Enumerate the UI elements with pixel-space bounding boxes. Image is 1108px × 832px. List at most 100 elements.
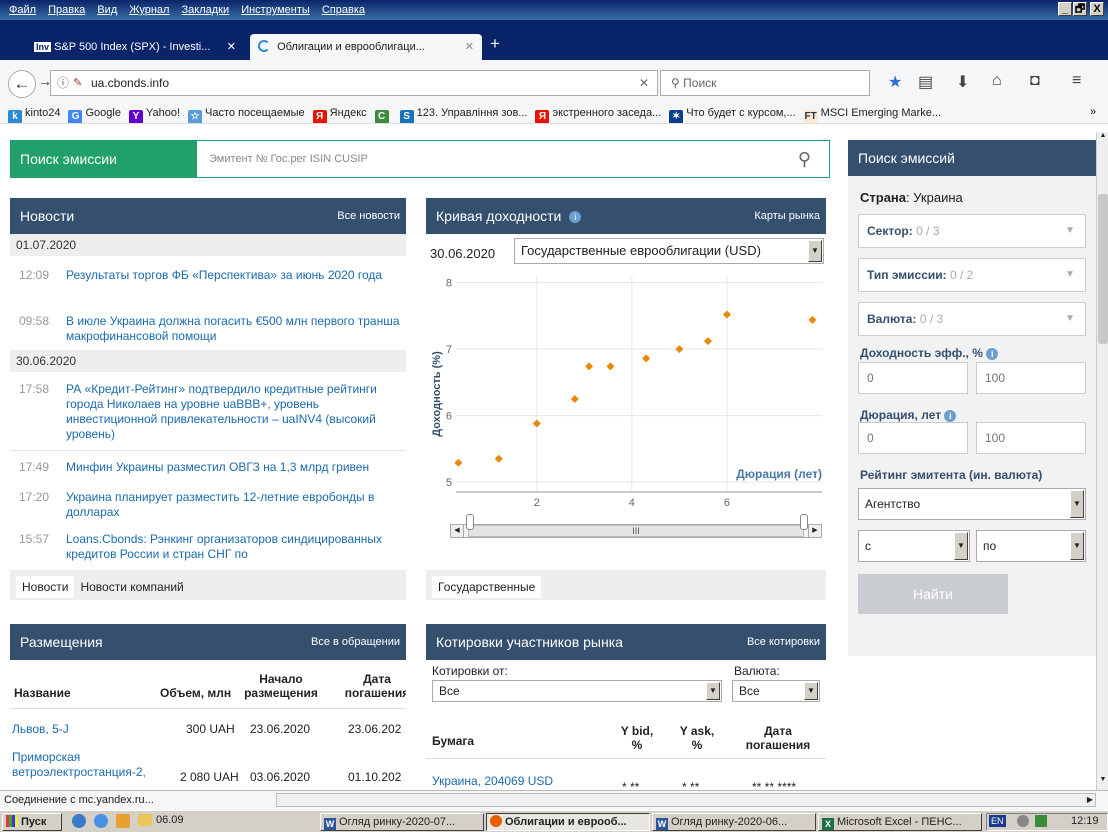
- bookmark-item[interactable]: ☆ Часто посещаемые: [188, 102, 305, 123]
- all-quotes-link[interactable]: Все котировки: [747, 624, 820, 660]
- close-tab-icon[interactable]: ✕: [465, 34, 474, 60]
- bookmark-item[interactable]: S 123. Управління зов...: [399, 102, 527, 123]
- page-scrollbar[interactable]: ▲ ▼: [1096, 132, 1108, 790]
- bookmark-item[interactable]: C: [374, 102, 392, 123]
- taskbar-word-1[interactable]: W Огляд ринку-2020-07...: [320, 813, 484, 831]
- news-header: Новости Все новости: [10, 198, 406, 234]
- issue-type-dropdown[interactable]: Тип эмиссии: 0 / 2 ▼: [858, 258, 1086, 292]
- taskbar-word-2[interactable]: W Огляд ринку-2020-06...: [652, 813, 816, 831]
- back-button[interactable]: ←: [8, 70, 36, 98]
- menu-tools[interactable]: Инструменты: [241, 0, 310, 20]
- range-handle-right[interactable]: [800, 514, 808, 530]
- clear-url-icon[interactable]: ✕: [639, 71, 649, 95]
- restore-button[interactable]: 🗗: [1073, 2, 1087, 16]
- bookmark-item[interactable]: k kinto24: [8, 102, 60, 123]
- tab-cbonds[interactable]: Облигации и еврооблигаци... ✕: [250, 34, 482, 60]
- url-bar[interactable]: ⓘ ✎ ua.cbonds.info ✕: [50, 70, 658, 96]
- agency-select[interactable]: Агентство ▼: [858, 488, 1086, 520]
- scroll-down-icon[interactable]: ▼: [1098, 776, 1108, 788]
- table-row-name[interactable]: Украина, 204069 USD: [432, 774, 553, 788]
- table-row-name[interactable]: Приморская ветроэлектростанция-2,: [12, 750, 172, 780]
- folder-label[interactable]: 06.09: [156, 814, 184, 826]
- library-icon[interactable]: ▤: [918, 72, 933, 92]
- bond-type-select[interactable]: Государственные еврооблигации (USD) ▼: [514, 238, 824, 264]
- info-icon[interactable]: i: [569, 211, 582, 223]
- scroll-thumb[interactable]: [1098, 194, 1108, 344]
- bookmark-item[interactable]: Я Яндекс: [312, 102, 367, 123]
- close-window-button[interactable]: X: [1090, 2, 1104, 16]
- bookmarks-more-icon[interactable]: »: [1090, 106, 1096, 118]
- desktop-icon[interactable]: [72, 814, 86, 828]
- market-maps-link[interactable]: Карты рынка: [754, 198, 820, 234]
- bookmark-item[interactable]: Y Yahoo!: [128, 102, 180, 123]
- rating-from-select[interactable]: с ▼: [858, 530, 970, 562]
- tab-investing[interactable]: Inv S&P 500 Index (SPX) - Investi... ✕: [26, 34, 244, 60]
- new-tab-button[interactable]: +: [490, 34, 500, 54]
- bookmark-item[interactable]: Яэкстренного заседа...: [535, 102, 661, 123]
- pocket-icon[interactable]: ◘: [1030, 72, 1040, 90]
- horizontal-scrollbar[interactable]: ▶: [276, 793, 1096, 807]
- tray-app-icon[interactable]: [1035, 815, 1047, 827]
- table-cell-maturity: 01.10.202: [348, 770, 402, 784]
- menu-view[interactable]: Вид: [97, 0, 117, 20]
- tab-government[interactable]: Государственные: [432, 576, 542, 598]
- news-item[interactable]: Минфин Украины разместил ОВГЗ на 1,3 млр…: [66, 460, 406, 475]
- range-handle-left[interactable]: [466, 514, 474, 530]
- info-icon[interactable]: i: [986, 348, 999, 360]
- table-row-name[interactable]: Львов, 5-J: [12, 722, 69, 736]
- quotes-from-select[interactable]: Все ▼: [432, 680, 722, 702]
- all-news-link[interactable]: Все новости: [337, 198, 400, 234]
- bookmark-item[interactable]: FT MSCI Emerging Marke...: [803, 102, 941, 123]
- start-button[interactable]: Пуск: [2, 813, 62, 831]
- home-icon[interactable]: ⌂: [992, 72, 1002, 90]
- folder-icon[interactable]: [138, 814, 152, 826]
- menu-bookmarks[interactable]: Закладки: [182, 0, 230, 20]
- taskbar-excel[interactable]: X Microsoft Excel - ПЕНС...: [818, 813, 982, 831]
- currency-select[interactable]: Все ▼: [732, 680, 820, 702]
- news-item[interactable]: Результаты торгов ФБ «Перспектива» за ию…: [66, 268, 406, 283]
- find-button[interactable]: Найти: [858, 574, 1008, 614]
- tab-company-news[interactable]: Новости компаний: [74, 576, 189, 598]
- info-icon[interactable]: i: [944, 410, 957, 422]
- sector-dropdown[interactable]: Сектор: 0 / 3 ▼: [858, 214, 1086, 248]
- taskbar-firefox[interactable]: Облигации и еврооб...: [486, 813, 650, 831]
- scroll-right-icon[interactable]: ▶: [1087, 791, 1093, 809]
- news-item[interactable]: В июле Украина должна погасить €500 млн …: [66, 314, 406, 344]
- menu-edit[interactable]: Правка: [48, 0, 85, 20]
- scroll-left-icon[interactable]: ◀: [450, 524, 464, 538]
- tab-news[interactable]: Новости: [16, 576, 75, 598]
- download-icon[interactable]: ⬇: [956, 72, 969, 92]
- volume-icon[interactable]: [1017, 815, 1029, 827]
- all-in-circulation-link[interactable]: Все в обращении: [311, 624, 400, 660]
- hamburger-menu-icon[interactable]: ≡: [1072, 72, 1081, 90]
- ie-icon[interactable]: [94, 814, 108, 828]
- duration-from-input[interactable]: [858, 422, 968, 454]
- scroll-up-icon[interactable]: ▲: [1098, 132, 1108, 144]
- yield-to-input[interactable]: [976, 362, 1086, 394]
- duration-to-input[interactable]: [976, 422, 1086, 454]
- news-item[interactable]: Loans.Cbonds: Рэнкинг организаторов синд…: [66, 532, 406, 562]
- issue-search-input[interactable]: Эмитент № Гос.рег ISIN CUSIP ⚲: [196, 140, 830, 178]
- news-time: 09:58: [19, 314, 50, 328]
- menu-file[interactable]: Файл: [9, 0, 36, 20]
- search-input[interactable]: ⚲ Поиск: [660, 70, 870, 96]
- rating-to-select[interactable]: по ▼: [976, 530, 1086, 562]
- news-item[interactable]: Украина планирует разместить 12-летние е…: [66, 490, 406, 520]
- news-item[interactable]: РА «Кредит-Рейтинг» подтвердило кредитны…: [66, 382, 406, 442]
- minimize-button[interactable]: _: [1058, 2, 1072, 16]
- menu-history[interactable]: Журнал: [129, 0, 169, 20]
- chart-range-scrollbar[interactable]: ◀ III ▶: [450, 514, 822, 542]
- bookmark-item[interactable]: G Google: [68, 102, 121, 123]
- bookmark-item[interactable]: ✶ Что будет с курсом,...: [669, 102, 796, 123]
- close-tab-icon[interactable]: ✕: [227, 34, 236, 60]
- yield-from-input[interactable]: [858, 362, 968, 394]
- scroll-thumb[interactable]: III: [468, 525, 804, 537]
- bookmark-star-icon[interactable]: ★: [888, 72, 902, 92]
- menu-help[interactable]: Справка: [322, 0, 365, 20]
- search-icon[interactable]: ⚲: [798, 141, 811, 177]
- language-indicator[interactable]: EN: [989, 815, 1006, 827]
- info-icon[interactable]: ⓘ: [57, 71, 69, 95]
- currency-dropdown[interactable]: Валюта: 0 / 3 ▼: [858, 302, 1086, 336]
- scroll-right-icon[interactable]: ▶: [808, 524, 822, 538]
- outlook-icon[interactable]: [116, 814, 130, 828]
